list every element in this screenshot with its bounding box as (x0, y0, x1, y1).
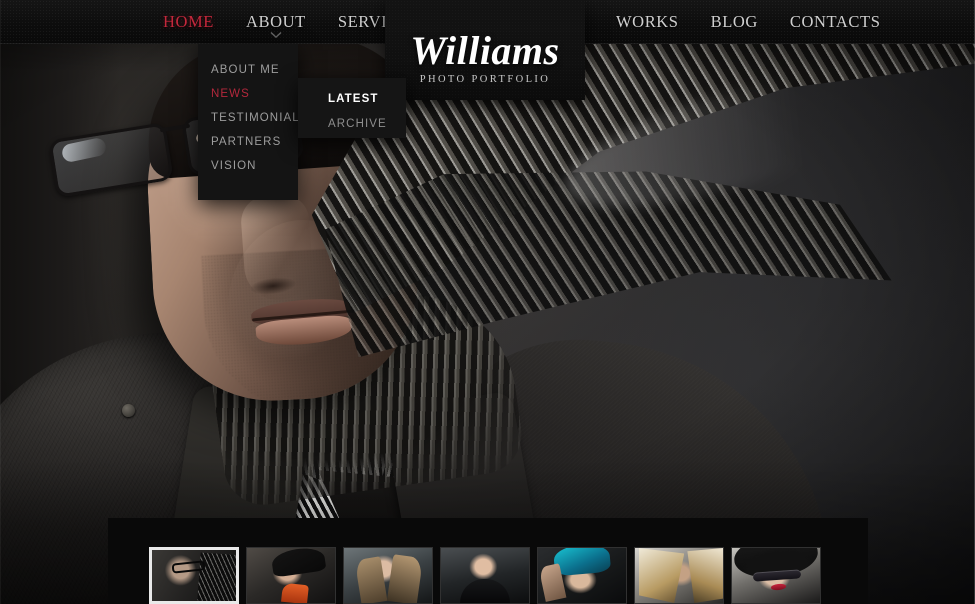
thumbnail-image (538, 548, 626, 603)
thumbnail-image (441, 548, 529, 603)
dropdown-item-vision[interactable]: VISION (198, 154, 418, 178)
thumbnail-item-3[interactable] (343, 547, 433, 604)
nav-item-label: BLOG (710, 12, 758, 31)
thumbnail-image (344, 548, 432, 603)
nav-item-blog[interactable]: BLOG (695, 0, 774, 44)
thumbnail-item-2[interactable] (246, 547, 336, 604)
thumbnail-image (152, 550, 236, 601)
primary-nav-right: WORKS BLOG CONTACTS (600, 0, 897, 44)
nav-item-works[interactable]: WORKS (600, 0, 695, 44)
nav-item-label: HOME (163, 12, 214, 31)
chevron-down-icon (270, 32, 282, 38)
thumbnail-item-5[interactable] (537, 547, 627, 604)
news-submenu: LATEST ARCHIVE (298, 78, 406, 138)
thumbnail-list (149, 547, 821, 604)
nav-item-contacts[interactable]: CONTACTS (774, 0, 897, 44)
thumbnail-item-4[interactable] (440, 547, 530, 604)
page-root: HOME ABOUT SERVICES WORKS BLOG CONTACTS … (0, 0, 975, 604)
thumbnail-item-7[interactable] (731, 547, 821, 604)
nav-item-label: ABOUT (245, 12, 306, 31)
submenu-item-archive[interactable]: ARCHIVE (298, 112, 406, 137)
submenu-spacer (298, 78, 406, 87)
thumbnail-image (247, 548, 335, 603)
nav-item-label: CONTACTS (789, 12, 881, 31)
thumbnail-item-6[interactable] (634, 547, 724, 604)
submenu-item-latest[interactable]: LATEST (298, 87, 406, 112)
nav-item-about[interactable]: ABOUT (230, 0, 322, 44)
nav-item-home[interactable]: HOME (147, 0, 230, 44)
thumbnail-image (732, 548, 820, 603)
page-edge-left (0, 0, 1, 604)
nav-item-label: WORKS (616, 12, 679, 31)
thumbnail-image (635, 548, 723, 603)
thumbnail-strip (108, 518, 868, 604)
thumbnail-item-1[interactable] (149, 547, 239, 604)
thumbnail-detail (770, 583, 786, 591)
